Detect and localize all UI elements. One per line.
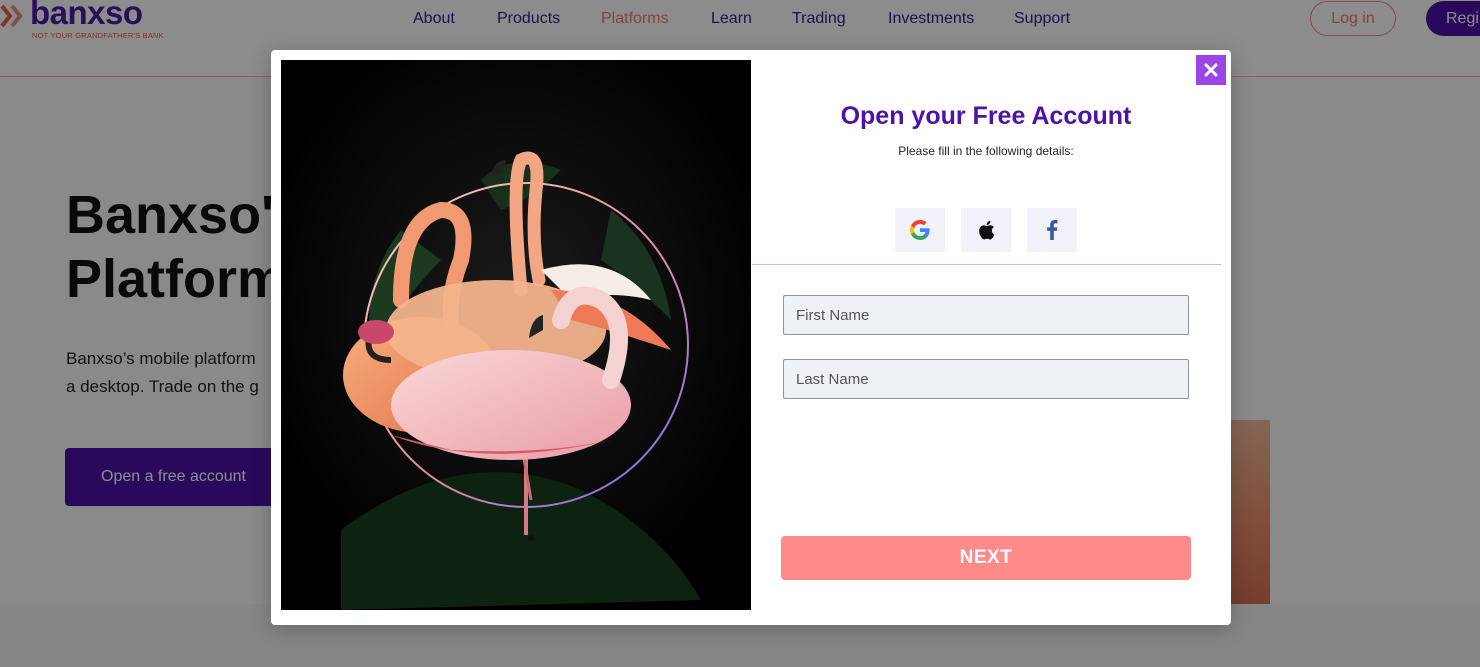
next-button[interactable]: NEXT [781, 536, 1191, 580]
last-name-field[interactable] [783, 359, 1189, 399]
apple-signin-button[interactable] [961, 208, 1011, 252]
modal-subtitle: Please fill in the following details: [898, 144, 1074, 158]
modal-title: Open your Free Account [840, 102, 1132, 130]
google-signin-button[interactable] [895, 208, 945, 252]
first-name-field[interactable] [783, 295, 1189, 335]
flamingo-artwork [281, 60, 751, 610]
apple-icon [979, 220, 995, 240]
section-divider [752, 264, 1221, 265]
close-button[interactable] [1196, 55, 1226, 85]
facebook-icon [1047, 220, 1058, 240]
facebook-signin-button[interactable] [1027, 208, 1077, 252]
signup-modal: Open your Free Account Please fill in th… [271, 50, 1231, 625]
close-icon [1204, 63, 1218, 77]
flamingo-illustration [281, 60, 751, 610]
google-icon [909, 219, 930, 241]
